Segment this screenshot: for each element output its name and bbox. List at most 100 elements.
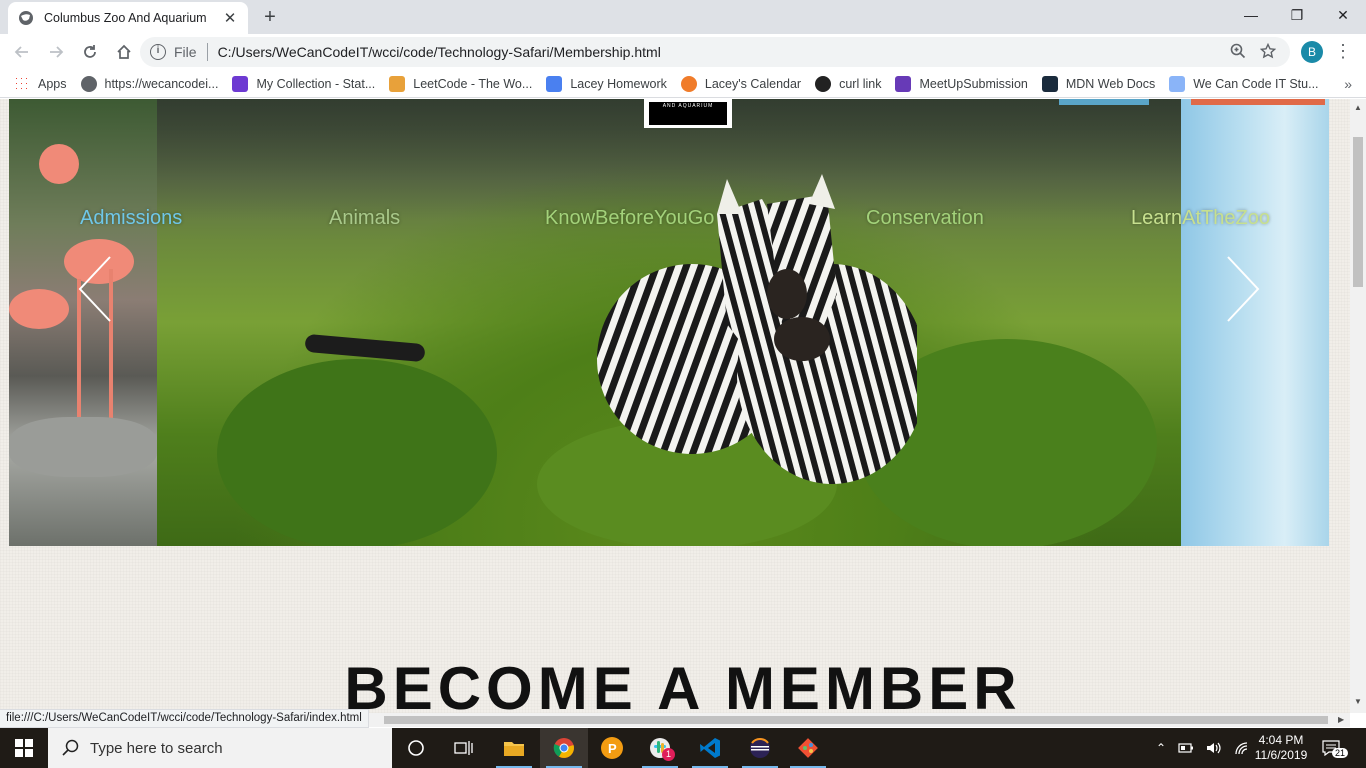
task-view-button[interactable] <box>440 728 488 768</box>
accent-bar-blue <box>1059 99 1149 105</box>
search-icon <box>62 739 79 756</box>
back-button[interactable] <box>6 36 38 68</box>
wifi-icon[interactable] <box>1234 741 1250 755</box>
address-bar[interactable]: i File C:/Users/WeCanCodeIT/wcci/code/Te… <box>140 37 1290 67</box>
forms-icon <box>895 75 912 92</box>
carousel-next-icon[interactable] <box>1223 254 1263 324</box>
bookmark-apps[interactable]: Apps <box>14 75 67 92</box>
bookmark-item[interactable]: https://wecancodei... <box>80 75 218 92</box>
info-icon[interactable]: i <box>150 44 166 60</box>
slack-button[interactable]: 1 <box>636 728 684 768</box>
maximize-button[interactable]: ❐ <box>1274 0 1320 32</box>
tab-title: Columbus Zoo And Aquarium <box>44 11 207 25</box>
more-menu-icon[interactable]: ⋮ <box>1334 40 1352 64</box>
nav-admissions[interactable]: Admissions <box>80 207 182 230</box>
show-hidden-icons-icon[interactable]: ⌃ <box>1156 741 1166 755</box>
url-text[interactable]: C:/Users/WeCanCodeIT/wcci/code/Technolog… <box>218 44 661 60</box>
pipefy-icon <box>232 75 249 92</box>
vscode-button[interactable] <box>686 728 734 768</box>
notification-badge: 1 <box>662 748 675 761</box>
bookmark-star-icon[interactable] <box>1260 43 1276 59</box>
minimize-button[interactable]: — <box>1228 0 1274 32</box>
bookmark-item[interactable]: curl link <box>815 75 882 92</box>
vertical-scrollbar[interactable]: ▲ ▼ <box>1350 99 1366 713</box>
bookmark-label: Apps <box>38 76 67 91</box>
bookmark-item[interactable]: LeetCode - The Wo... <box>389 75 532 92</box>
clock-date: 11/6/2019 <box>1254 748 1308 762</box>
system-tray: ⌃ <box>1156 728 1250 768</box>
forward-button[interactable] <box>40 36 72 68</box>
logo-text: AND AQUARIUM <box>649 102 727 125</box>
chrome-icon <box>553 738 574 758</box>
bookmark-item[interactable]: MeetUpSubmission <box>895 75 1028 92</box>
bookmarks-overflow-icon[interactable]: » <box>1344 76 1352 92</box>
svg-text:P: P <box>608 741 617 756</box>
cortana-button[interactable] <box>392 728 440 768</box>
file-explorer-button[interactable] <box>490 728 538 768</box>
bookmark-label: We Can Code IT Stu... <box>1193 76 1319 91</box>
taskbar-search[interactable]: Type here to search <box>48 728 392 768</box>
volume-icon[interactable] <box>1206 741 1222 755</box>
eclipse-button[interactable] <box>736 728 784 768</box>
home-icon <box>117 44 131 59</box>
git-icon <box>798 738 818 758</box>
bookmarks-bar: Apps https://wecancodei... My Collection… <box>0 70 1366 98</box>
browser-tab[interactable]: Columbus Zoo And Aquarium ✕ <box>8 2 248 34</box>
chrome-taskbar-button[interactable] <box>540 728 588 768</box>
globe-icon <box>18 10 34 26</box>
battery-icon[interactable] <box>1178 742 1194 754</box>
bookmark-item[interactable]: We Can Code IT Stu... <box>1169 75 1319 92</box>
nav-learn-at-the-zoo[interactable]: LearnAtTheZoo <box>1131 207 1270 230</box>
divider <box>206 43 208 61</box>
start-button[interactable] <box>0 728 48 768</box>
zebra-slide <box>157 99 1181 546</box>
clock-time: 4:04 PM <box>1258 733 1304 747</box>
git-gui-button[interactable] <box>784 728 832 768</box>
bookmark-label: Lacey Homework <box>570 76 667 91</box>
bookmark-label: Lacey's Calendar <box>704 76 802 91</box>
pcloud-button[interactable]: P <box>588 728 636 768</box>
new-tab-button[interactable]: + <box>258 6 282 30</box>
bookmark-label: MeetUpSubmission <box>919 76 1028 91</box>
profile-avatar[interactable]: B <box>1301 41 1323 63</box>
carousel-prev-icon[interactable] <box>75 254 115 324</box>
close-tab-icon[interactable]: ✕ <box>222 9 238 27</box>
leetcode-icon <box>389 75 406 92</box>
apps-grid-icon <box>14 75 30 92</box>
folder-icon <box>504 742 524 756</box>
globe-icon <box>80 75 97 92</box>
clock[interactable]: 4:04 PM 11/6/2019 <box>1252 728 1310 768</box>
github-icon <box>815 75 832 92</box>
forward-arrow-icon <box>50 46 64 58</box>
close-window-button[interactable]: ✕ <box>1320 0 1366 32</box>
bookmark-item[interactable]: Lacey's Calendar <box>680 75 802 92</box>
eclipse-icon <box>750 738 770 758</box>
home-button[interactable] <box>108 36 140 68</box>
mdn-icon <box>1041 75 1058 92</box>
docs-icon <box>546 75 563 92</box>
scroll-right-icon[interactable]: ▶ <box>1338 715 1344 724</box>
action-center-button[interactable]: 21 <box>1322 728 1349 768</box>
bookmark-item[interactable]: Lacey Homework <box>546 75 667 92</box>
scroll-down-icon[interactable]: ▼ <box>1354 697 1362 706</box>
hubspot-icon <box>680 75 697 92</box>
wcci-icon <box>1169 75 1186 92</box>
reload-icon <box>84 45 96 58</box>
scroll-up-icon[interactable]: ▲ <box>1354 103 1362 112</box>
zoo-logo[interactable]: AND AQUARIUM <box>644 99 732 128</box>
nav-conservation[interactable]: Conservation <box>866 207 984 230</box>
cortana-circle-icon <box>408 740 424 756</box>
scrollbar-thumb[interactable] <box>384 716 1328 724</box>
nav-know-before-you-go[interactable]: KnowBeforeYouGo <box>545 207 714 230</box>
bookmark-label: MDN Web Docs <box>1065 76 1156 91</box>
zoom-icon[interactable] <box>1230 43 1246 59</box>
bookmark-item[interactable]: MDN Web Docs <box>1041 75 1156 92</box>
scrollbar-thumb[interactable] <box>1353 137 1363 287</box>
search-placeholder: Type here to search <box>90 739 223 757</box>
browser-toolbar: i File C:/Users/WeCanCodeIT/wcci/code/Te… <box>0 34 1366 70</box>
bookmark-label: curl link <box>839 76 882 91</box>
reload-button[interactable] <box>74 36 106 68</box>
nav-animals[interactable]: Animals <box>329 207 400 230</box>
bookmark-item[interactable]: My Collection - Stat... <box>232 75 375 92</box>
back-arrow-icon <box>14 46 28 58</box>
